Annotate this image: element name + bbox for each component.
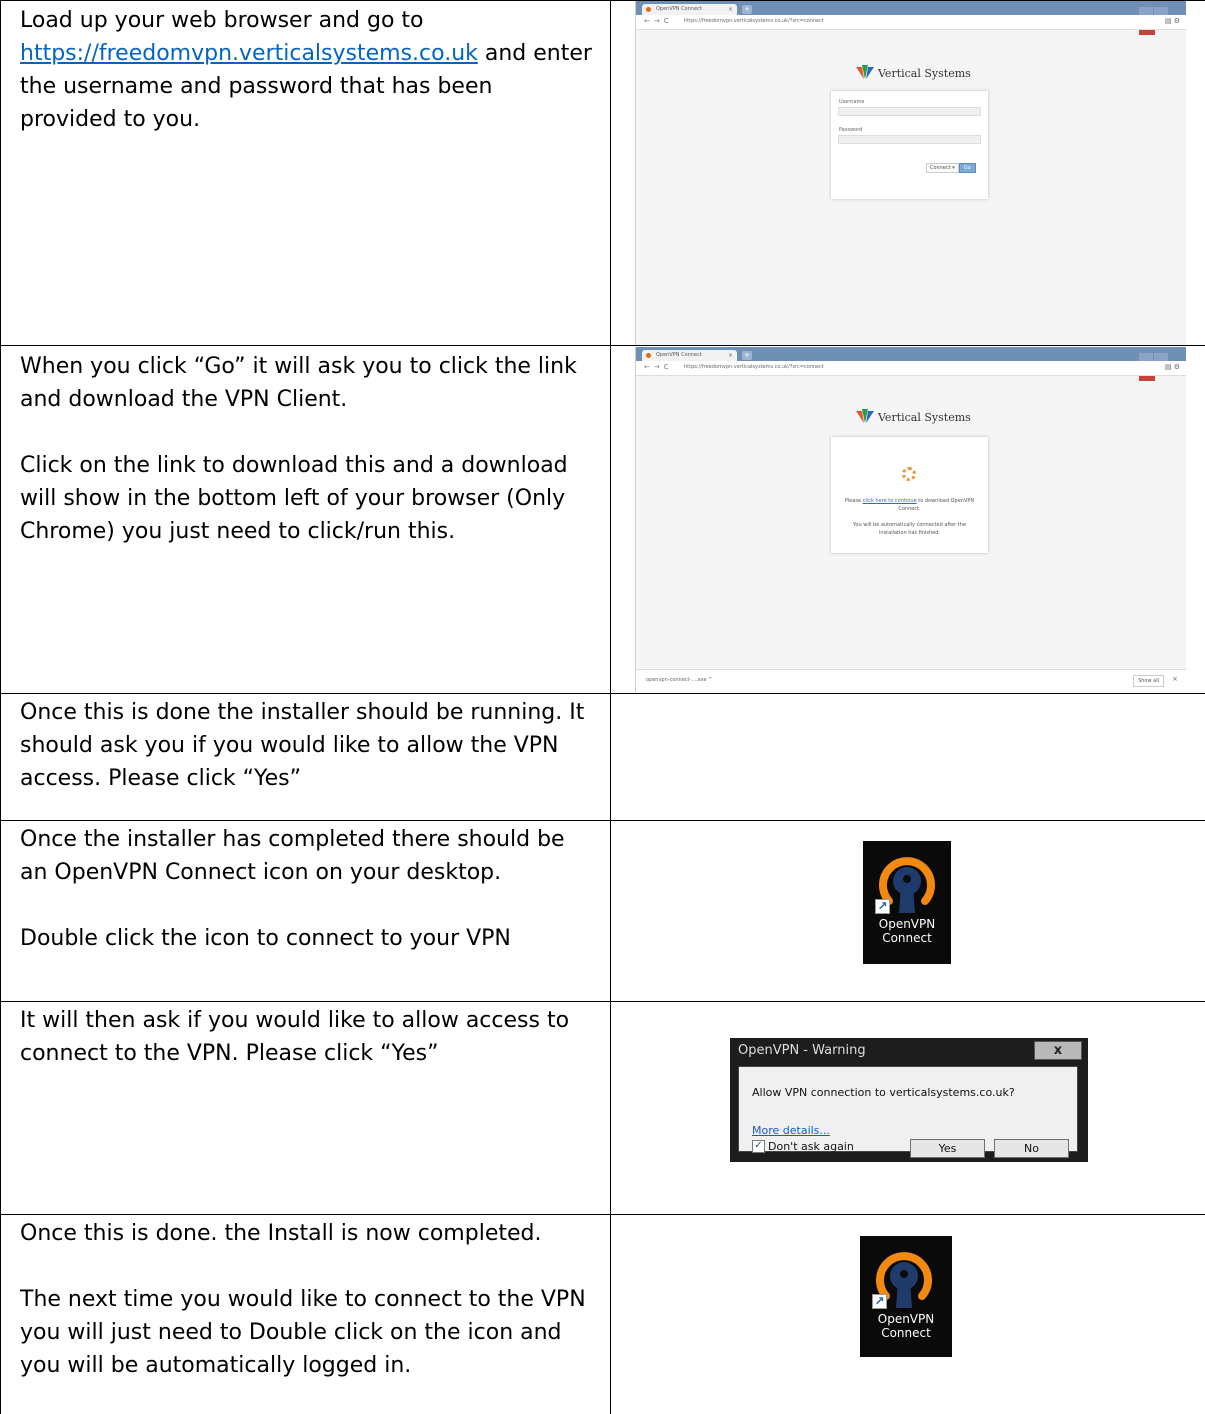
password-label: Password [839, 127, 863, 133]
freedomvpn-link[interactable]: https://freedomvpn.verticalsystems.co.uk [20, 41, 478, 66]
url-text[interactable]: https://freedomvpn.verticalsystems.co.uk… [684, 364, 824, 370]
yes-button[interactable]: Yes [910, 1139, 985, 1158]
dont-ask-again-label: Don't ask again [768, 1140, 854, 1153]
shortcut-arrow-icon: ↗ [875, 899, 890, 914]
show-all-button[interactable]: Show all [1133, 675, 1164, 687]
dont-ask-again-checkbox[interactable]: ✓ Don't ask again [752, 1140, 854, 1153]
download-card: Please click here to continue to downloa… [831, 437, 988, 553]
row-divider [0, 1214, 1205, 1215]
nav-buttons[interactable]: ←→C [644, 363, 673, 371]
downloaded-file[interactable]: openvpn-connect-....exe ^ [646, 677, 712, 683]
extension-icons[interactable]: ▤ ⚙ [1165, 17, 1180, 25]
step-5-text: It will then ask if you would like to al… [20, 1008, 570, 1066]
dialog-question: Allow VPN connection to verticalsystems.… [752, 1086, 1015, 1099]
step-4-text: Once the installer has completed there s… [20, 827, 565, 951]
column-divider [0, 0, 1, 1414]
openvpn-icon-label: OpenVPN Connect [877, 1312, 935, 1340]
close-download-bar-icon[interactable]: × [1172, 675, 1178, 683]
column-divider [610, 0, 611, 1414]
browser-tab[interactable]: OpenVPN Connect × [642, 4, 737, 15]
row-divider [0, 1001, 1205, 1002]
step-1-text: Load up your web browser and go to https… [20, 8, 592, 132]
go-button[interactable]: Go [959, 163, 976, 173]
vertical-systems-logo-icon [856, 65, 874, 79]
no-button[interactable]: No [994, 1139, 1069, 1158]
close-tab-icon[interactable]: × [728, 350, 733, 361]
step-6-text: Once this is done. the Install is now co… [20, 1221, 586, 1378]
extension-icons[interactable]: ▤ ⚙ [1165, 363, 1180, 371]
row-divider [0, 345, 1205, 346]
url-text[interactable]: https://freedomvpn.verticalsystems.co.uk… [684, 18, 824, 24]
password-field[interactable] [838, 135, 981, 144]
more-details-link[interactable]: More details... [752, 1124, 830, 1137]
continue-download-link[interactable]: click here to continue [863, 498, 917, 504]
new-tab-icon[interactable]: + [742, 351, 752, 360]
address-bar: ←→C https://freedomvpn.verticalsystems.c… [636, 15, 1186, 30]
window-controls [1138, 1, 1184, 35]
loading-spinner-icon [902, 467, 916, 481]
openvpn-desktop-icon[interactable]: ↗ OpenVPN Connect [860, 1236, 952, 1357]
row-divider [0, 820, 1205, 821]
username-label: Username [839, 99, 865, 105]
dialog-body: Allow VPN connection to verticalsystems.… [738, 1066, 1078, 1158]
download-message: Please click here to continue to downloa… [844, 498, 975, 512]
browser-tab-bar: OpenVPN Connect × + [636, 347, 1186, 381]
openvpn-icon-label: OpenVPN Connect [878, 917, 936, 945]
connect-select[interactable]: Connect ▾ [926, 163, 959, 173]
new-tab-icon[interactable]: + [742, 5, 752, 14]
vertical-systems-logo-icon [856, 409, 874, 423]
close-tab-icon[interactable]: × [728, 4, 733, 15]
row-divider [0, 693, 1205, 694]
brand-logo: Vertical Systems [856, 409, 971, 425]
shortcut-arrow-icon: ↗ [872, 1294, 887, 1309]
download-bar: openvpn-connect-....exe ^ Show all × [636, 669, 1186, 692]
login-card: Username Password Connect ▾ Go [831, 91, 988, 199]
dialog-close-button[interactable]: x [1034, 1041, 1082, 1060]
login-page-screenshot: OpenVPN Connect × + ←→C https://freedomvp… [635, 1, 1186, 345]
auto-connect-message: You will be automatically connected afte… [853, 522, 966, 536]
username-field[interactable] [838, 107, 981, 116]
nav-buttons[interactable]: ←→C [644, 17, 673, 25]
download-page-screenshot: OpenVPN Connect × + ←→C https://freedomvp… [635, 347, 1186, 692]
openvpn-desktop-icon[interactable]: ↗ OpenVPN Connect [863, 841, 951, 964]
favicon-icon [646, 7, 651, 12]
favicon-icon [646, 353, 651, 358]
step-2-text: When you click “Go” it will ask you to c… [20, 354, 577, 544]
window-controls [1138, 347, 1184, 381]
openvpn-warning-dialog: OpenVPN - Warning x Allow VPN connection… [730, 1038, 1088, 1162]
browser-tab[interactable]: OpenVPN Connect × [642, 350, 737, 361]
step-3-text: Once this is done the installer should b… [20, 700, 585, 791]
browser-tab-bar: OpenVPN Connect × + [636, 1, 1186, 35]
checkbox-checked-icon[interactable]: ✓ [752, 1140, 765, 1153]
brand-logo: Vertical Systems [856, 65, 971, 81]
dialog-title: OpenVPN - Warning [738, 1043, 866, 1058]
address-bar: ←→C https://freedomvpn.verticalsystems.c… [636, 361, 1186, 376]
